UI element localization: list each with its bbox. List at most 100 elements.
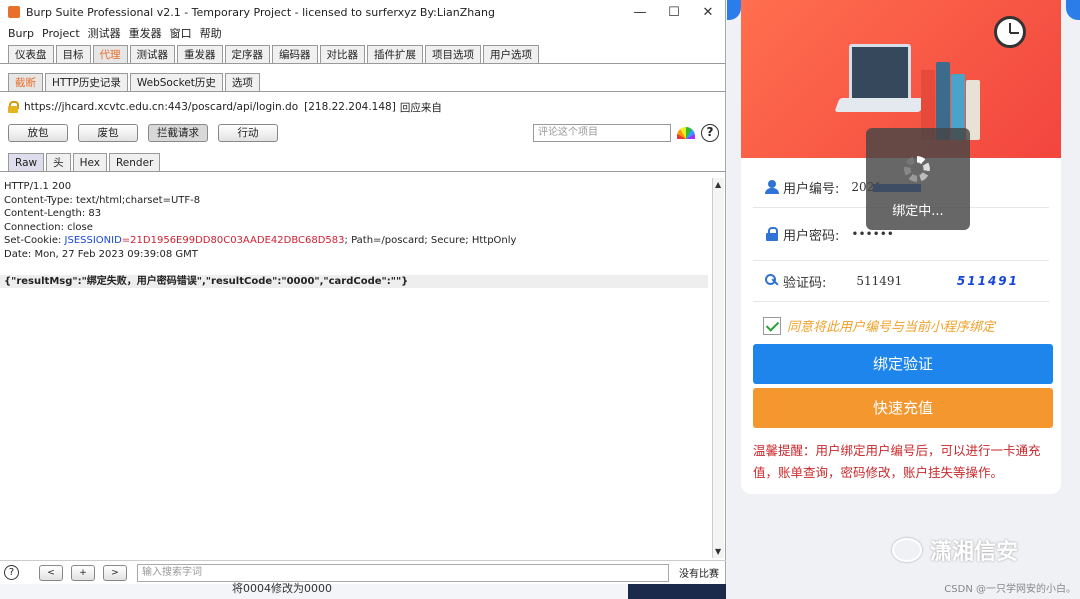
proxy-tabs: 截断 HTTP历史记录 WebSocket历史 选项	[0, 68, 725, 92]
search-help-icon[interactable]: ?	[4, 565, 19, 580]
status-line: HTTP/1.1 200	[4, 181, 72, 192]
tab-dashboard[interactable]: 仪表盘	[8, 45, 54, 63]
header-content-type: Content-Type: text/html;charset=UTF-8	[4, 194, 201, 206]
bind-card: 用户编号: 2021 用户密码: •••••• 验证码: 511491 5114…	[741, 0, 1061, 494]
mini-program-panel: 用户编号: 2021 用户密码: •••••• 验证码: 511491 5114…	[727, 0, 1080, 599]
header-date: Date: Mon, 27 Feb 2023 09:39:08 GMT	[4, 248, 198, 260]
cookie-value: =21D1956E99DD80C03AADE42DBC68D583	[121, 235, 345, 246]
window-title: Burp Suite Professional v2.1 - Temporary…	[26, 5, 495, 19]
next-match-button[interactable]: >	[103, 564, 127, 581]
agree-row: 同意将此用户编号与当前小程序绑定	[763, 316, 995, 335]
lock-icon	[8, 101, 19, 113]
title-bar: Burp Suite Professional v2.1 - Temporary…	[0, 0, 725, 24]
message-view-tabs: Raw 头 Hex Render	[0, 150, 725, 172]
frame-corner-right	[1066, 0, 1080, 20]
editor-scrollbar[interactable]: ▲ ▼	[712, 178, 724, 558]
search-bar: ? < + > 输入搜索字词 没有比赛	[0, 560, 726, 584]
caption-text: 将0004修改为0000	[232, 582, 332, 595]
match-count: 没有比赛	[679, 569, 719, 580]
tab-user-options[interactable]: 用户选项	[483, 45, 539, 63]
header-set-cookie: Set-Cookie: JSESSIONID=21D1956E99DD80C03…	[4, 234, 708, 248]
tab-http-history[interactable]: HTTP历史记录	[45, 73, 128, 91]
tab-headers[interactable]: 头	[46, 153, 71, 171]
menu-window[interactable]: 窗口	[170, 25, 192, 41]
highlight-color-icon[interactable]	[677, 127, 695, 139]
menu-bar: Burp Project 测试器 重发器 窗口 帮助	[0, 24, 725, 42]
close-button[interactable]: ✕	[691, 5, 725, 20]
menu-intruder[interactable]: 测试器	[88, 25, 121, 41]
response-body: {"resultMsg":"绑定失败，用户密码错误","resultCode":…	[0, 274, 708, 288]
tab-extender[interactable]: 插件扩展	[367, 45, 423, 63]
tab-proxy-options[interactable]: 选项	[224, 73, 260, 91]
burp-app-icon	[8, 6, 20, 18]
reminder-text: 温馨提醒：用户绑定用户编号后，可以进行一卡通充值，账单查询，密码修改，账户挂失等…	[753, 443, 1041, 480]
tab-target[interactable]: 目标	[55, 45, 91, 63]
maximize-button[interactable]: ☐	[657, 5, 691, 20]
keyboard-icon	[834, 98, 926, 112]
tab-proxy[interactable]: 代理	[92, 45, 128, 63]
burp-window: Burp Suite Professional v2.1 - Temporary…	[0, 0, 726, 584]
captcha-label: 验证码:	[783, 275, 827, 291]
tab-comparer[interactable]: 对比器	[319, 45, 365, 63]
wechat-icon	[892, 538, 922, 562]
scroll-down-icon[interactable]: ▼	[715, 547, 721, 556]
menu-project[interactable]: Project	[42, 27, 80, 40]
header-connection: Connection: close	[4, 221, 93, 233]
intercept-url: https://jhcard.xcvtc.edu.cn:443/poscard/…	[24, 101, 299, 113]
intercept-buttons: 放包 废包 拦截请求 行动 评论这个项目 ?	[0, 120, 725, 146]
quick-recharge-button[interactable]: 快速充值	[753, 388, 1053, 428]
bind-verify-button[interactable]: 绑定验证	[753, 344, 1053, 384]
comment-field[interactable]: 评论这个项目	[533, 124, 671, 142]
forward-button[interactable]: 放包	[8, 124, 68, 142]
agree-text: 同意将此用户编号与当前小程序绑定	[787, 320, 996, 335]
main-tabs: 仪表盘 目标 代理 测试器 重发器 定序器 编码器 对比器 插件扩展 项目选项 …	[0, 42, 725, 64]
intercept-direction: 回应来自	[399, 101, 442, 114]
key-icon	[765, 274, 779, 288]
previous-match-button[interactable]: <	[39, 564, 63, 581]
menu-help[interactable]: 帮助	[200, 25, 222, 41]
add-button[interactable]: +	[71, 564, 95, 581]
header-content-length: Content-Length: 83	[4, 208, 102, 219]
tab-intruder[interactable]: 测试器	[129, 45, 175, 63]
tab-hex[interactable]: Hex	[72, 153, 107, 171]
loading-toast: 绑定中...	[866, 128, 970, 230]
help-icon[interactable]: ?	[701, 124, 719, 142]
password-lock-icon	[765, 227, 779, 241]
tab-websocket-history[interactable]: WebSocket历史	[129, 73, 223, 91]
password-label: 用户密码:	[783, 228, 840, 244]
watermark-text: 潇湘信安	[930, 540, 1019, 565]
tab-raw[interactable]: Raw	[8, 153, 45, 171]
frame-corner-left	[727, 0, 741, 20]
drop-button[interactable]: 废包	[78, 124, 138, 142]
cookie-prefix: Set-Cookie:	[4, 235, 65, 246]
agree-checkbox[interactable]	[763, 316, 781, 335]
intercept-url-row: https://jhcard.xcvtc.edu.cn:443/poscard/…	[0, 96, 725, 118]
menu-repeater[interactable]: 重发器	[129, 25, 162, 41]
captcha-input[interactable]: 511491	[856, 274, 902, 288]
csdn-credit: CSDN @一只学网安的小白。	[944, 584, 1076, 595]
action-button[interactable]: 行动	[218, 124, 278, 142]
tab-intercept[interactable]: 截断	[8, 73, 43, 91]
scroll-up-icon[interactable]: ▲	[715, 180, 721, 189]
tab-render[interactable]: Render	[108, 153, 161, 171]
tab-sequencer[interactable]: 定序器	[224, 45, 270, 63]
tab-repeater[interactable]: 重发器	[177, 45, 223, 63]
monitor-icon	[849, 44, 911, 102]
user-icon	[765, 180, 779, 194]
cookie-key: JSESSIONID	[64, 235, 122, 246]
intercept-ip: [218.22.204.148]	[304, 101, 396, 113]
search-input[interactable]: 输入搜索字词	[137, 563, 669, 582]
tab-project-options[interactable]: 项目选项	[425, 45, 481, 63]
response-editor[interactable]: HTTP/1.1 200 Content-Type: text/html;cha…	[0, 178, 712, 558]
tab-decoder[interactable]: 编码器	[272, 45, 318, 63]
captcha-image[interactable]: 511491	[957, 274, 1019, 288]
clock-icon	[994, 16, 1026, 48]
minimize-button[interactable]: —	[623, 5, 657, 20]
menu-burp[interactable]: Burp	[8, 27, 34, 40]
toast-text: 绑定中...	[892, 204, 944, 219]
captcha-row[interactable]: 验证码: 511491 511491	[741, 260, 1061, 302]
cookie-suffix: ; Path=/poscard; Secure; HttpOnly	[344, 235, 517, 246]
taskbar-strip	[628, 584, 726, 599]
intercept-toggle-button[interactable]: 拦截请求	[148, 124, 208, 142]
